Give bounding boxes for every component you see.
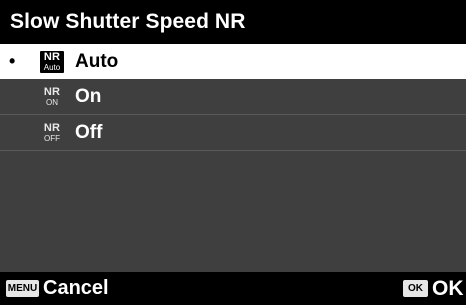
camera-menu-screen: Slow Shutter Speed NR • NR Auto Auto NR …: [0, 0, 466, 305]
nr-on-icon-sub: ON: [46, 98, 58, 107]
nr-auto-icon: NR Auto: [40, 51, 64, 73]
nr-off-icon-sub: OFF: [44, 134, 60, 143]
page-title: Slow Shutter Speed NR: [0, 0, 466, 44]
option-list: • NR Auto Auto NR ON On NR OFF Off: [0, 44, 466, 151]
nr-off-icon: NR OFF: [40, 122, 64, 144]
selected-bullet: •: [9, 51, 16, 71]
option-on[interactable]: NR ON On: [0, 79, 466, 115]
nr-auto-icon-sub: Auto: [43, 63, 61, 72]
option-on-label: On: [75, 86, 102, 107]
option-off-label: Off: [75, 122, 103, 143]
nr-on-icon-top: NR: [43, 86, 61, 98]
ok-button[interactable]: OK: [432, 272, 464, 305]
nr-off-icon-top: NR: [43, 122, 61, 134]
option-auto[interactable]: • NR Auto Auto: [0, 44, 466, 79]
nr-auto-icon-top: NR: [43, 51, 61, 63]
menu-key-badge: MENU: [6, 280, 39, 297]
ok-key-badge: OK: [403, 280, 428, 297]
option-auto-label: Auto: [75, 51, 119, 72]
footer-bar: MENU Cancel OK OK: [0, 272, 466, 305]
cancel-button[interactable]: Cancel: [43, 272, 109, 305]
nr-on-icon: NR ON: [40, 86, 64, 108]
option-off[interactable]: NR OFF Off: [0, 115, 466, 151]
